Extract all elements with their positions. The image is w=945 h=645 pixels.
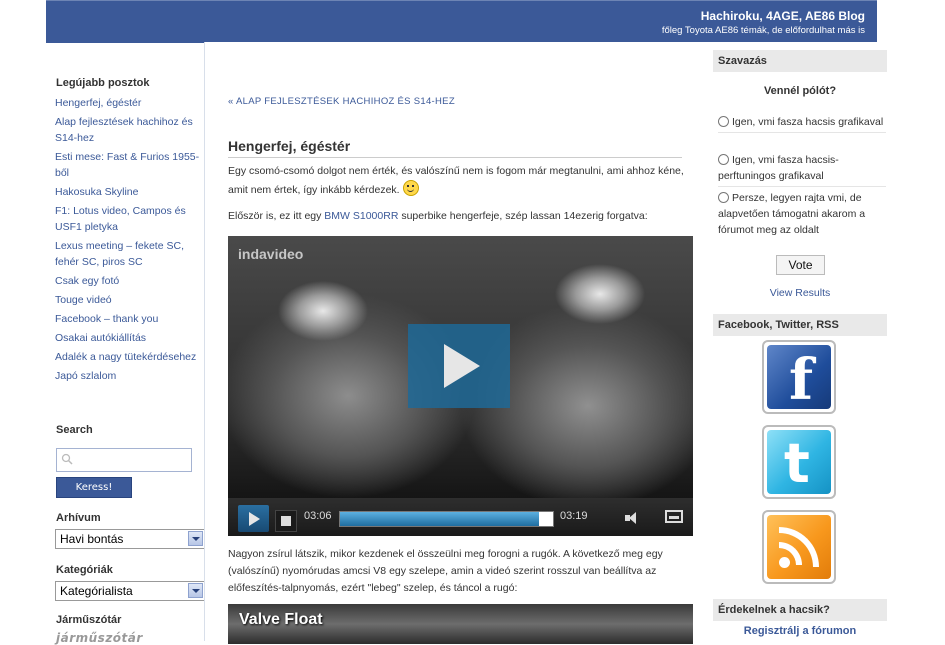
video-progress-bar[interactable] [339,511,554,527]
previous-post-link[interactable]: « ALAP FEJLESZTÉSEK HACHIHOZ ÉS S14-HEZ [228,94,458,110]
video-player-2[interactable]: Valve Float [228,604,693,644]
big-play-icon[interactable] [408,324,510,408]
rss-icon-bg [767,515,831,579]
post-paragraph: Nagyon zsírul látszik, mikor kezdenek el… [228,548,663,594]
view-results-link[interactable]: View Results [713,287,887,299]
post-paragraph: Először is, ez itt egy BMW S1000RR super… [228,208,686,225]
recent-post-link[interactable]: Facebook – thank you [55,311,203,327]
recent-post-link[interactable]: Japó szlalom [55,368,203,384]
play-button[interactable] [238,505,269,532]
vehicle-dictionary-logo[interactable]: járműszótár [56,631,143,645]
indavideo-logo: indavideo [238,246,304,262]
categories-select[interactable]: Kategórialista [55,581,205,601]
register-forum-link[interactable]: Regisztrálj a fórumon [713,625,887,637]
video2-title: Valve Float [239,611,323,628]
video-progress-fill [340,512,540,526]
right-sidebar: Szavazás Vennél pólót? Igen, vmi fasza h… [707,42,893,641]
fullscreen-icon[interactable] [665,510,683,523]
recent-post-link[interactable]: Hengerfej, égéstér [55,95,203,111]
post-paragraph-text: superbike hengerfeje, szép lassan 14ezer… [398,210,648,222]
poll-option-label[interactable]: Igen, vmi fasza hacsis-perftuningos graf… [718,154,839,182]
site-header: Hachiroku, 4AGE, AE86 Blog főleg Toyota … [46,0,877,43]
left-sidebar: Legújabb posztok Hengerfej, égéstér Alap… [46,62,205,645]
chevron-down-icon[interactable] [188,583,203,598]
video-controls: 03:06 03:19 [228,498,693,536]
search-button[interactable]: Keress! [56,477,132,498]
post-title[interactable]: Hengerfej, égéstér [228,138,682,158]
radio-button[interactable] [718,116,729,127]
vehicle-dictionary-title: Járműszótár [56,614,122,626]
poll-option[interactable]: Persze, legyen rajta vmi, de alapvetően … [718,190,886,240]
recent-post-link[interactable]: Lexus meeting – fekete SC, fehér SC, pir… [55,238,203,270]
rss-dot [779,557,790,568]
volume-icon[interactable] [623,510,647,526]
twitter-icon-bg: t [767,430,831,495]
blog-tagline: főleg Toyota AE86 témák, de előfordulhat… [661,25,865,36]
poll-option[interactable]: Igen, vmi fasza hacsis-perftuningos graf… [718,152,886,187]
recent-post-link[interactable]: Csak egy fotó [55,273,203,289]
social-title: Facebook, Twitter, RSS [713,314,887,336]
post-paragraph-text: Egy csomó-csomó dolgot nem érték, és val… [228,165,684,196]
recent-post-link[interactable]: Hakosuka Skyline [55,184,203,200]
video-current-time: 03:06 [304,510,332,522]
search-title: Search [56,424,93,436]
recent-post-link[interactable]: Osakai autókiállítás [55,330,203,346]
poll-option[interactable]: Igen, vmi fasza hacsis grafikaval [718,114,886,133]
stop-button[interactable] [275,510,297,532]
poll-option-label[interactable]: Persze, legyen rajta vmi, de alapvetően … [718,192,865,236]
recent-post-link[interactable]: Adalék a nagy tütekérdésehez [55,349,203,365]
poll-question: Vennél pólót? [763,85,837,97]
chevron-down-icon[interactable] [188,531,203,546]
poll-option-label[interactable]: Igen, vmi fasza hacsis grafikaval [732,116,883,128]
twitter-glyph: t [784,432,810,495]
facebook-glyph: f [789,347,814,413]
twitter-icon[interactable]: t [762,425,836,499]
main-content: « ALAP FEJLESZTÉSEK HACHIHOZ ÉS S14-HEZ … [204,42,708,644]
radio-button[interactable] [718,192,729,203]
facebook-icon-bg: f [767,345,831,412]
smiley-icon [402,180,419,196]
vote-button[interactable]: Vote [776,255,825,275]
recent-post-link[interactable]: Touge videó [55,292,203,308]
categories-title: Kategóriák [56,564,113,576]
recent-posts-title: Legújabb posztok [56,77,150,89]
recent-posts-list: Hengerfej, égéstér Alap fejlesztések hac… [55,95,203,387]
search-icon [61,453,73,465]
interest-title: Érdekelnek a hacsik? [713,599,887,621]
archive-title: Arhívum [56,512,101,524]
blog-title[interactable]: Hachiroku, 4AGE, AE86 Blog [701,9,865,23]
archive-select-value: Havi bontás [60,532,124,546]
facebook-icon[interactable]: f [762,340,836,414]
recent-post-link[interactable]: Alap fejlesztések hachihoz és S14-hez [55,114,203,146]
search-input[interactable] [56,448,192,472]
bmw-s1000rr-link[interactable]: BMW S1000RR [324,210,398,222]
post-paragraph: Egy csomó-csomó dolgot nem érték, és val… [228,163,686,199]
video-player[interactable]: indavideo 03:06 03:19 [228,236,693,536]
recent-post-link[interactable]: Esti mese: Fast & Furios 1955-ből [55,149,203,181]
categories-select-value: Kategórialista [60,584,133,598]
rss-icon[interactable] [762,510,836,584]
poll-title: Szavazás [713,50,887,72]
recent-post-link[interactable]: F1: Lotus video, Campos és USF1 pletyka [55,203,203,235]
post-paragraph-text: Először is, ez itt egy [228,210,325,222]
radio-button[interactable] [718,154,729,165]
archive-select[interactable]: Havi bontás [55,529,205,549]
video-total-time: 03:19 [560,510,588,522]
